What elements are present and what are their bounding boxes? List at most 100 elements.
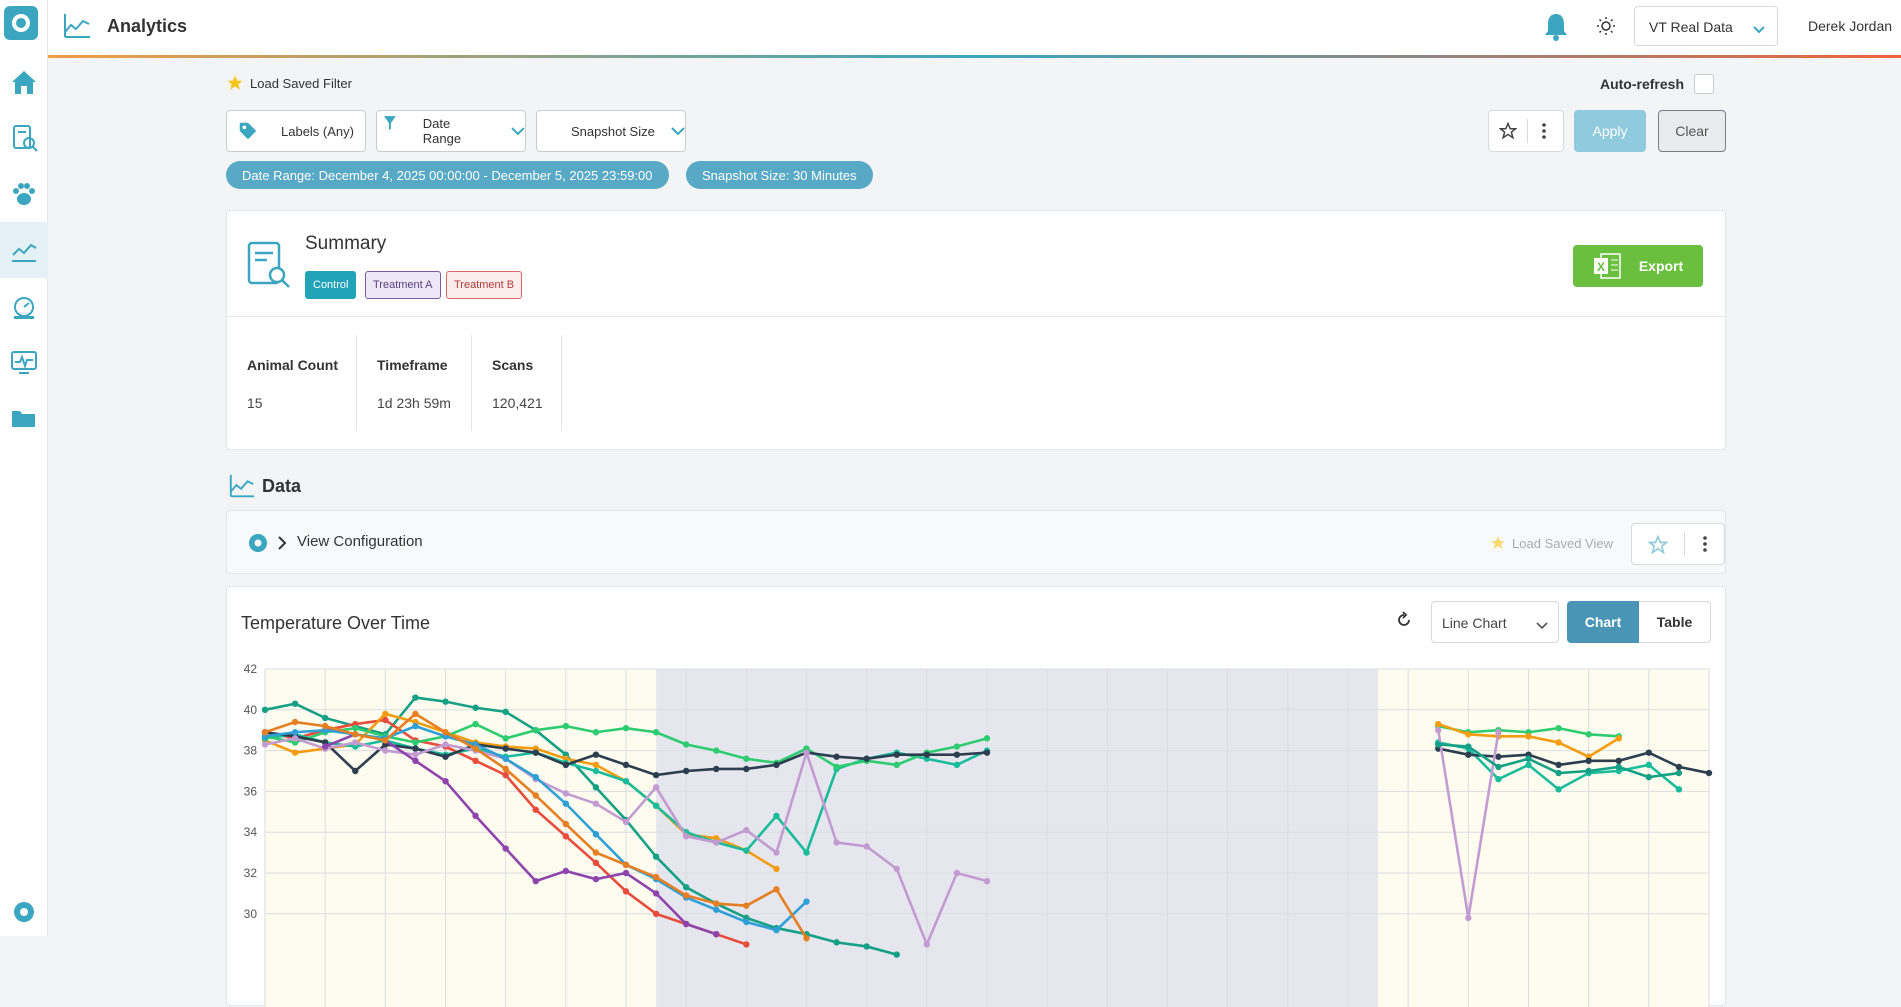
dataset-select[interactable]: VT Real Data	[1634, 6, 1778, 46]
sidebar	[0, 0, 48, 936]
series-point	[502, 771, 509, 779]
sidebar-item-alarms[interactable]	[0, 278, 48, 334]
series-point	[893, 751, 900, 758]
snapshot-size-filter-label: Snapshot Size	[571, 123, 655, 139]
series-point	[682, 892, 690, 899]
series-point	[562, 833, 570, 840]
series-point	[352, 739, 359, 746]
series-point	[652, 729, 660, 736]
series-point	[923, 941, 931, 948]
load-saved-filter-link[interactable]: Load Saved Filter	[226, 74, 352, 92]
star-outline-icon[interactable]	[1498, 121, 1518, 145]
series-right-point	[1465, 743, 1472, 750]
sidebar-item-settings[interactable]	[0, 884, 48, 940]
tag-control[interactable]: Control	[305, 271, 357, 299]
series-point	[622, 818, 630, 826]
document-search-icon	[13, 125, 38, 152]
date-range-filter-button[interactable]: Date Range	[376, 110, 526, 152]
series-point	[352, 731, 359, 738]
series-right-point	[1645, 773, 1653, 781]
sidebar-item-home[interactable]	[0, 54, 48, 110]
sidebar-item-animals[interactable]	[0, 166, 48, 222]
export-button[interactable]: X Export	[1573, 245, 1703, 287]
notifications-bell-icon[interactable]	[1543, 12, 1569, 47]
series-point	[562, 820, 570, 828]
auto-refresh-control: Auto-refresh	[1600, 74, 1714, 94]
theme-toggle-sun-icon[interactable]	[1596, 16, 1616, 41]
series-point	[682, 741, 690, 748]
gear-icon	[247, 532, 269, 559]
sidebar-item-files[interactable]	[0, 390, 48, 446]
series-point	[532, 806, 539, 813]
series-point	[622, 761, 630, 769]
series-right-point	[1645, 749, 1653, 756]
view-toggle-table[interactable]: Table	[1639, 601, 1711, 643]
sidebar-item-reports[interactable]	[0, 110, 48, 166]
temperature-line-chart[interactable]: 30 32 34 36 38 40 42	[227, 657, 1727, 1007]
series-point	[562, 761, 570, 769]
series-right-point	[1585, 731, 1592, 738]
series-point	[442, 698, 449, 705]
y-tick-label: 42	[244, 662, 258, 676]
refresh-icon[interactable]	[1395, 611, 1413, 634]
series-point	[622, 778, 630, 785]
more-vertical-icon[interactable]	[1702, 535, 1708, 558]
tag-treatment-a[interactable]: Treatment A	[365, 271, 441, 299]
series-point	[412, 694, 419, 701]
series-point	[592, 767, 600, 775]
stat-value: 15	[247, 395, 263, 411]
series-right-point	[1555, 724, 1562, 732]
series-point	[652, 771, 660, 779]
labels-filter-button[interactable]: Labels (Any)	[226, 110, 366, 152]
series-point	[562, 800, 570, 807]
view-toggle-chart[interactable]: Chart	[1567, 601, 1639, 643]
series-point	[713, 931, 720, 938]
series-point	[953, 751, 961, 758]
auto-refresh-checkbox[interactable]	[1694, 74, 1714, 94]
series-point	[833, 939, 840, 946]
snapshot-size-chip[interactable]: Snapshot Size: 30 Minutes	[686, 161, 873, 189]
series-point	[622, 724, 630, 732]
load-saved-view-link[interactable]: Load Saved View	[1490, 535, 1613, 551]
sidebar-item-analytics[interactable]	[0, 222, 48, 278]
series-point	[532, 792, 539, 799]
page-title: Analytics	[107, 16, 188, 36]
series-point	[953, 743, 961, 750]
summary-title: Summary	[305, 233, 387, 254]
star-outline-icon[interactable]	[1647, 534, 1669, 560]
folder-icon	[12, 411, 35, 427]
apply-button[interactable]: Apply	[1574, 110, 1646, 152]
series-right-point	[1525, 761, 1532, 769]
series-point	[382, 710, 389, 718]
series-point	[713, 906, 720, 913]
series-point	[713, 765, 720, 773]
sidebar-item-monitor[interactable]	[0, 334, 48, 390]
series-point	[532, 877, 539, 885]
series-point	[863, 755, 870, 762]
top-bar: Analytics VT Real Data Derek Jordan	[48, 0, 1901, 58]
view-configuration-panel[interactable]: View Configuration Load Saved View	[226, 510, 1726, 574]
snapshot-size-filter-button[interactable]: Snapshot Size	[536, 110, 686, 152]
series-point	[412, 757, 419, 764]
tag-icon	[239, 122, 257, 140]
chevron-right-icon[interactable]	[277, 535, 287, 556]
home-icon	[12, 71, 36, 94]
series-point	[803, 749, 810, 756]
series-point	[803, 849, 810, 856]
series-point	[833, 753, 840, 760]
summary-card: Summary Control Treatment A Treatment B …	[226, 210, 1726, 450]
chart-type-select[interactable]: Line Chart	[1431, 601, 1559, 643]
series-point	[953, 869, 961, 877]
series-point	[622, 861, 630, 869]
series-right-point	[1585, 757, 1592, 764]
app-logo[interactable]	[4, 6, 38, 40]
series-point	[382, 747, 389, 754]
tag-treatment-b[interactable]: Treatment B	[446, 271, 523, 299]
more-vertical-icon[interactable]	[1541, 122, 1547, 145]
star-filled-icon	[1491, 536, 1505, 549]
clear-button[interactable]: Clear	[1658, 110, 1726, 152]
labels-filter-label: Labels (Any)	[281, 123, 354, 139]
user-name[interactable]: Derek Jordan	[1808, 18, 1892, 34]
paw-icon	[13, 183, 35, 205]
date-range-chip[interactable]: Date Range: December 4, 2025 00:00:00 - …	[226, 161, 669, 189]
